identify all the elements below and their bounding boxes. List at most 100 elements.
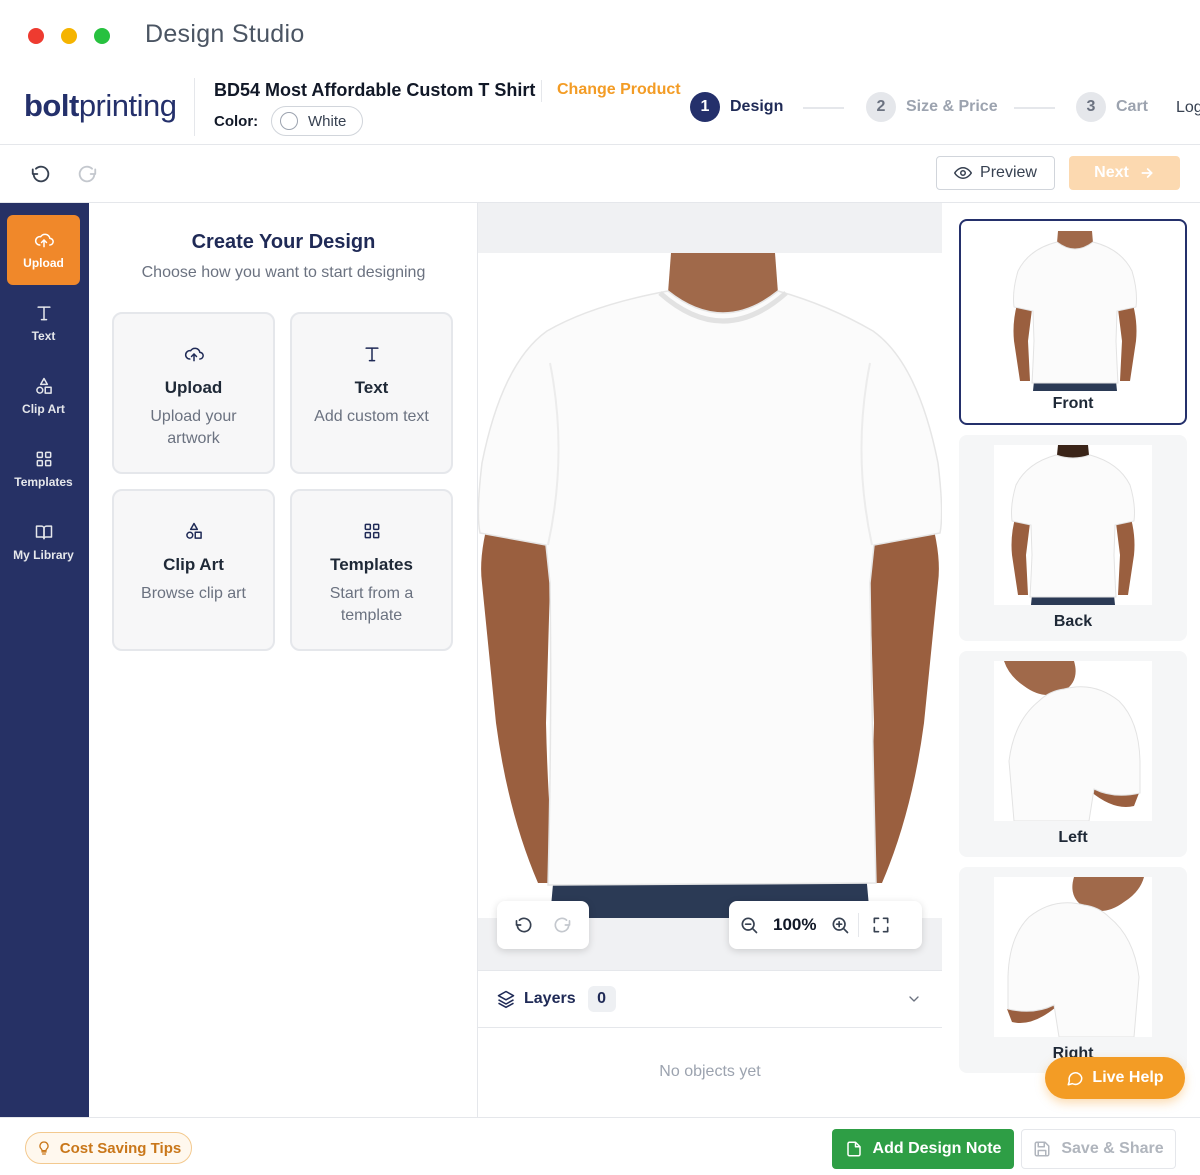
undo-icon[interactable] [30,163,52,185]
layers-count-badge: 0 [587,986,616,1012]
right-view-thumbnail [994,877,1152,1037]
tips-label: Cost Saving Tips [59,1139,182,1157]
step-size-price[interactable]: 2 Size & Price [866,92,998,122]
fullscreen-icon[interactable] [871,915,891,935]
product-views-panel: Front Back Left Right [942,203,1200,1117]
color-label: Color: [214,113,259,130]
step-connector [1014,107,1055,109]
step-number: 1 [690,92,720,122]
sidebar-item-clip-art[interactable]: Clip Art [7,361,80,431]
option-description: Start from a template [329,585,414,624]
save-share-button[interactable]: Save & Share [1021,1129,1176,1169]
back-view-thumbnail [994,445,1152,605]
next-label: Next [1094,164,1129,181]
option-templates-card[interactable]: Templates Start from a template [290,489,453,651]
chat-bubble-icon [1067,1072,1083,1086]
sidebar-item-upload[interactable]: Upload [7,215,80,285]
app-header: boltprinting BD54 Most Affordable Custom… [0,70,1200,145]
step-number: 3 [1076,92,1106,122]
sidebar-item-templates[interactable]: Templates [7,434,80,504]
book-icon [35,525,52,540]
option-description: Browse clip art [141,585,246,602]
step-design[interactable]: 1 Design [690,92,783,122]
view-back[interactable]: Back [959,435,1187,641]
redo-icon[interactable] [76,163,98,185]
canvas-history-controls [497,901,589,949]
left-view-thumbnail [994,661,1152,821]
save-icon [1034,1141,1050,1157]
redo-icon[interactable] [552,915,572,935]
share-label: Save & Share [1061,1140,1164,1157]
create-design-panel: Create Your Design Choose how you want t… [89,203,478,1117]
tool-sidebar: Upload Text Clip Art Templates My Librar… [0,203,89,1117]
step-cart[interactable]: 3 Cart [1076,92,1148,122]
shapes-icon [35,377,52,394]
window-minimize-button[interactable] [61,28,77,44]
layers-empty-text: No objects yet [659,1063,761,1080]
sidebar-item-label: My Library [13,548,74,562]
color-value: White [308,112,347,130]
bottom-bar: Cost Saving Tips Add Design Note Save & … [0,1117,1200,1175]
sidebar-item-label: Templates [14,475,73,489]
front-view-thumbnail [996,231,1154,391]
color-selector[interactable]: White [271,106,363,136]
layers-title: Layers [524,990,576,1007]
top-toolbar: Preview Next [0,145,1200,203]
product-name: BD54 Most Affordable Custom T Shirt [214,80,536,100]
view-left[interactable]: Left [959,651,1187,857]
next-button[interactable]: Next [1069,156,1180,190]
panel-title: Create Your Design [191,231,376,253]
live-help-label: Live Help [1092,1069,1164,1086]
undo-icon[interactable] [514,915,534,935]
zoom-controls: 100% [729,901,922,949]
option-title: Text [354,378,389,397]
logo-light-text: printing [78,88,177,123]
zoom-level: 100% [773,915,817,934]
add-design-note-button[interactable]: Add Design Note [832,1129,1014,1169]
option-clip-art-card[interactable]: Clip Art Browse clip art [112,489,275,651]
design-studio-window: Design Studio boltprinting BD54 Most Aff… [0,0,1200,1175]
title-bar: Design Studio [0,0,1200,70]
sidebar-item-label: Text [31,329,56,343]
zoom-in-icon[interactable] [830,915,850,935]
cost-saving-tips-button[interactable]: Cost Saving Tips [25,1132,192,1164]
step-connector [803,107,844,109]
option-title: Clip Art [163,555,224,574]
sidebar-item-my-library[interactable]: My Library [7,507,80,577]
note-label: Add Design Note [872,1140,1002,1157]
view-label: Front [1052,395,1094,412]
option-title: Upload [164,378,223,397]
option-text-card[interactable]: Text Add custom text [290,312,453,474]
change-product-link[interactable]: Change Product [557,81,681,99]
layers-header[interactable]: Layers 0 [478,971,942,1028]
boltprinting-logo[interactable]: boltprinting [24,88,177,124]
option-title: Templates [330,555,413,574]
option-description: Add custom text [314,408,429,425]
shapes-icon [185,522,202,539]
sidebar-item-label: Upload [23,256,64,270]
sidebar-item-text[interactable]: Text [7,288,80,358]
view-front[interactable]: Front [959,219,1187,425]
design-canvas[interactable]: 100% [478,203,942,970]
window-maximize-button[interactable] [94,28,110,44]
preview-button[interactable]: Preview [936,156,1055,190]
window-close-button[interactable] [28,28,44,44]
option-upload-card[interactable]: Upload Upload your artwork [112,312,275,474]
step-label: Design [730,98,784,115]
layers-icon [497,990,515,1009]
product-divider [541,80,542,102]
layers-panel: Layers 0 No objects yet [478,970,942,1117]
view-right[interactable]: Right [959,867,1187,1073]
text-icon [364,347,379,362]
login-link[interactable]: Log [1176,99,1200,117]
arrow-right-icon [1141,168,1153,178]
zoom-out-icon[interactable] [739,915,759,935]
step-label: Size & Price [906,98,998,115]
step-number: 2 [866,92,896,122]
chevron-down-icon[interactable] [906,991,922,1007]
sidebar-item-label: Clip Art [22,402,65,416]
live-help-button[interactable]: Live Help [1045,1057,1185,1099]
text-icon [36,306,51,321]
tshirt-model-image [478,253,942,918]
header-divider [194,78,195,136]
